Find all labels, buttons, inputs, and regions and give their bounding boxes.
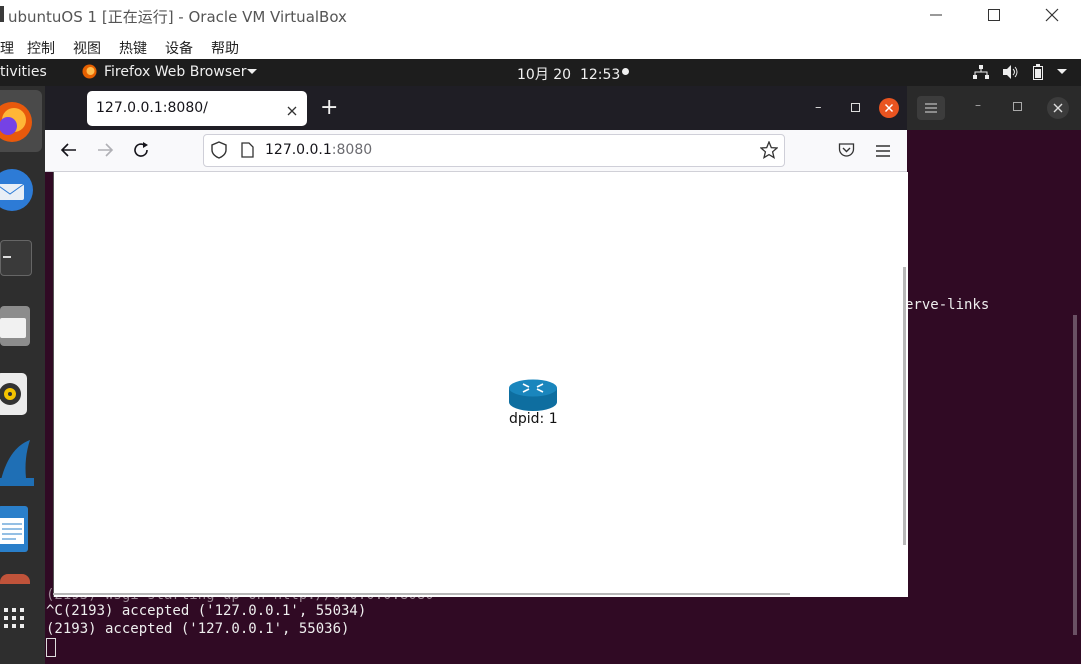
firefox-small-icon <box>82 64 97 83</box>
menu-item-view[interactable]: 视图 <box>73 38 101 58</box>
maximize-icon <box>988 9 1000 21</box>
new-tab-button[interactable]: + <box>320 96 338 120</box>
dock <box>0 86 45 664</box>
close-icon <box>1053 103 1063 113</box>
ff-close-button[interactable] <box>879 98 899 118</box>
pocket-icon[interactable] <box>838 142 855 162</box>
network-icon[interactable] <box>973 65 989 83</box>
terminal-scrollbar[interactable] <box>1073 315 1077 635</box>
battery-icon[interactable] <box>1033 64 1043 84</box>
url-bar[interactable]: 127.0.0.1:8080 <box>203 134 785 167</box>
libreoffice-writer-icon[interactable] <box>0 506 30 556</box>
activities-button[interactable]: tivities <box>0 64 47 80</box>
url-text[interactable]: 127.0.0.1:8080 <box>265 142 372 158</box>
menu-item-hotkeys[interactable]: 热键 <box>119 38 147 58</box>
hamburger-icon <box>925 103 937 113</box>
chevron-down-icon[interactable] <box>247 64 257 82</box>
menu-item-devices[interactable]: 设备 <box>165 38 193 58</box>
close-icon <box>1045 8 1059 22</box>
terminal-line: ^C(2193) accepted ('127.0.0.1', 55034) <box>46 603 367 619</box>
back-button[interactable] <box>60 142 78 162</box>
terminal-cursor <box>46 638 56 657</box>
maximize-button[interactable] <box>965 0 1023 30</box>
window-title: ubuntuOS 1 [正在运行] - Oracle VM VirtualBox <box>8 8 347 26</box>
page-content <box>53 172 908 597</box>
volume-icon[interactable] <box>1003 65 1019 83</box>
notification-dot-icon <box>622 68 629 75</box>
system-menu-chevron-icon[interactable] <box>1057 64 1067 82</box>
page-scrollbar[interactable] <box>903 267 906 545</box>
show-apps-icon[interactable] <box>4 608 26 646</box>
ff-minimize-icon[interactable]: – <box>815 100 822 115</box>
clock[interactable]: 10月 20 12:53 <box>517 64 620 84</box>
bookmark-star-icon[interactable] <box>759 140 779 163</box>
files-icon[interactable] <box>0 306 30 346</box>
reload-icon <box>134 142 148 157</box>
tab-active[interactable]: 127.0.0.1:8080/ <box>87 91 307 126</box>
forward-button[interactable] <box>96 142 114 162</box>
ff-maximize-icon[interactable] <box>851 103 860 112</box>
url-port: :8080 <box>331 142 373 158</box>
minimize-button[interactable] <box>907 0 965 30</box>
close-icon <box>884 103 894 113</box>
switch-node-label: dpid: 1 <box>509 411 558 427</box>
thunderbird-icon[interactable] <box>0 168 36 218</box>
page-horizontal-scrollbar[interactable] <box>53 593 790 595</box>
hamburger-menu-icon[interactable] <box>875 143 891 162</box>
close-button[interactable] <box>1023 0 1081 30</box>
terminal-close-button[interactable] <box>1047 97 1069 119</box>
vbox-window-edge <box>1081 59 1091 664</box>
url-host: 127.0.0.1 <box>265 142 332 158</box>
menu-item-help[interactable]: 帮助 <box>211 38 239 58</box>
tab-close-icon[interactable] <box>286 102 298 121</box>
firefox-icon[interactable] <box>0 98 34 148</box>
terminal-text-fragment: erve-links <box>905 297 990 313</box>
virtualbox-icon <box>0 6 4 22</box>
app-menu-label[interactable]: Firefox Web Browser <box>104 64 247 80</box>
terminal-headerbar: – <box>907 86 1081 130</box>
shield-icon[interactable] <box>211 141 227 163</box>
terminal-menu-button[interactable] <box>917 96 945 120</box>
terminal-icon[interactable] <box>0 240 32 276</box>
wireshark-icon[interactable] <box>0 438 34 492</box>
tab-title: 127.0.0.1:8080/ <box>96 100 208 116</box>
menu-item-manage[interactable]: 理 <box>0 38 14 58</box>
arrow-right-icon <box>98 143 114 157</box>
gnome-topbar: tivities Firefox Web Browser 10月 20 12:5… <box>0 59 1081 86</box>
terminal-maximize-icon[interactable] <box>1013 102 1022 111</box>
minimize-icon <box>930 14 942 16</box>
page-icon[interactable] <box>241 142 254 162</box>
terminal-line: (2193) accepted ('127.0.0.1', 55036) <box>46 621 350 637</box>
software-icon[interactable] <box>0 574 30 584</box>
vbox-menubar <box>0 32 1091 59</box>
menu-item-control[interactable]: 控制 <box>27 38 55 58</box>
rhythmbox-icon[interactable] <box>0 373 28 419</box>
router-icon <box>509 379 557 411</box>
arrow-left-icon <box>60 143 76 157</box>
terminal-minimize-icon[interactable]: – <box>975 98 981 112</box>
reload-button[interactable] <box>132 141 150 163</box>
